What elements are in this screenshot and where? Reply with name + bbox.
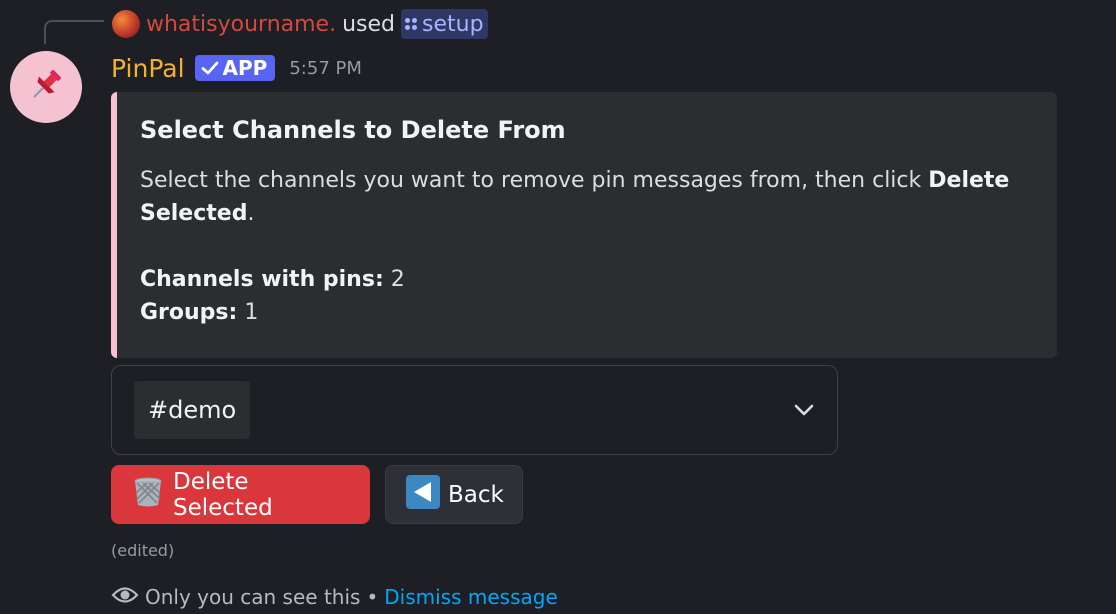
dismiss-message-link[interactable]: Dismiss message (384, 585, 558, 609)
wastebasket-icon (131, 475, 165, 515)
delete-selected-label: Delete Selected (173, 468, 273, 521)
groups-label: Groups: (140, 300, 238, 325)
channels-with-pins-value: 2 (390, 267, 405, 292)
embed-description: Select the channels you want to remove p… (140, 164, 1033, 329)
reply-used-text: used (342, 11, 395, 37)
chevron-down-icon[interactable] (793, 403, 815, 417)
channel-select-menu[interactable]: #demo (111, 365, 838, 455)
embed-card: Select Channels to Delete From Select th… (111, 92, 1057, 358)
pushpin-icon (26, 65, 66, 109)
reply-context[interactable]: whatisyourname. used setup (112, 8, 488, 40)
message-header: PinPal APP 5:57 PM (111, 50, 362, 86)
action-buttons: Delete Selected Back (111, 465, 523, 524)
ephemeral-footer: Only you can see this • Dismiss message (111, 582, 558, 612)
app-badge-label: APP (222, 56, 268, 80)
edited-indicator: (edited) (111, 541, 175, 560)
back-button[interactable]: Back (385, 465, 523, 524)
reply-username[interactable]: whatisyourname. (146, 12, 336, 37)
command-name: setup (422, 11, 484, 37)
checkmark-icon (201, 61, 218, 75)
reply-user-avatar[interactable] (112, 10, 140, 38)
back-arrow-icon (406, 474, 440, 515)
slash-command-mention[interactable]: setup (401, 9, 488, 39)
embed-desc-text: Select the channels you want to remove p… (140, 168, 929, 193)
footer-separator: • (366, 585, 379, 609)
reply-connector-line (44, 20, 104, 44)
message-timestamp[interactable]: 5:57 PM (289, 58, 362, 79)
bot-avatar[interactable] (10, 51, 82, 123)
embed-title: Select Channels to Delete From (140, 116, 566, 144)
app-badge: APP (194, 55, 276, 81)
back-label: Back (448, 481, 504, 508)
app-command-icon (405, 18, 417, 30)
embed-desc-end: . (247, 201, 255, 226)
delete-selected-button[interactable]: Delete Selected (111, 465, 370, 524)
bot-name[interactable]: PinPal (111, 54, 185, 83)
selected-channel-chip[interactable]: #demo (134, 381, 251, 439)
groups-value: 1 (244, 300, 259, 325)
only-you-text: Only you can see this (145, 585, 361, 609)
channels-with-pins-label: Channels with pins: (140, 267, 384, 292)
eye-icon (111, 584, 139, 611)
